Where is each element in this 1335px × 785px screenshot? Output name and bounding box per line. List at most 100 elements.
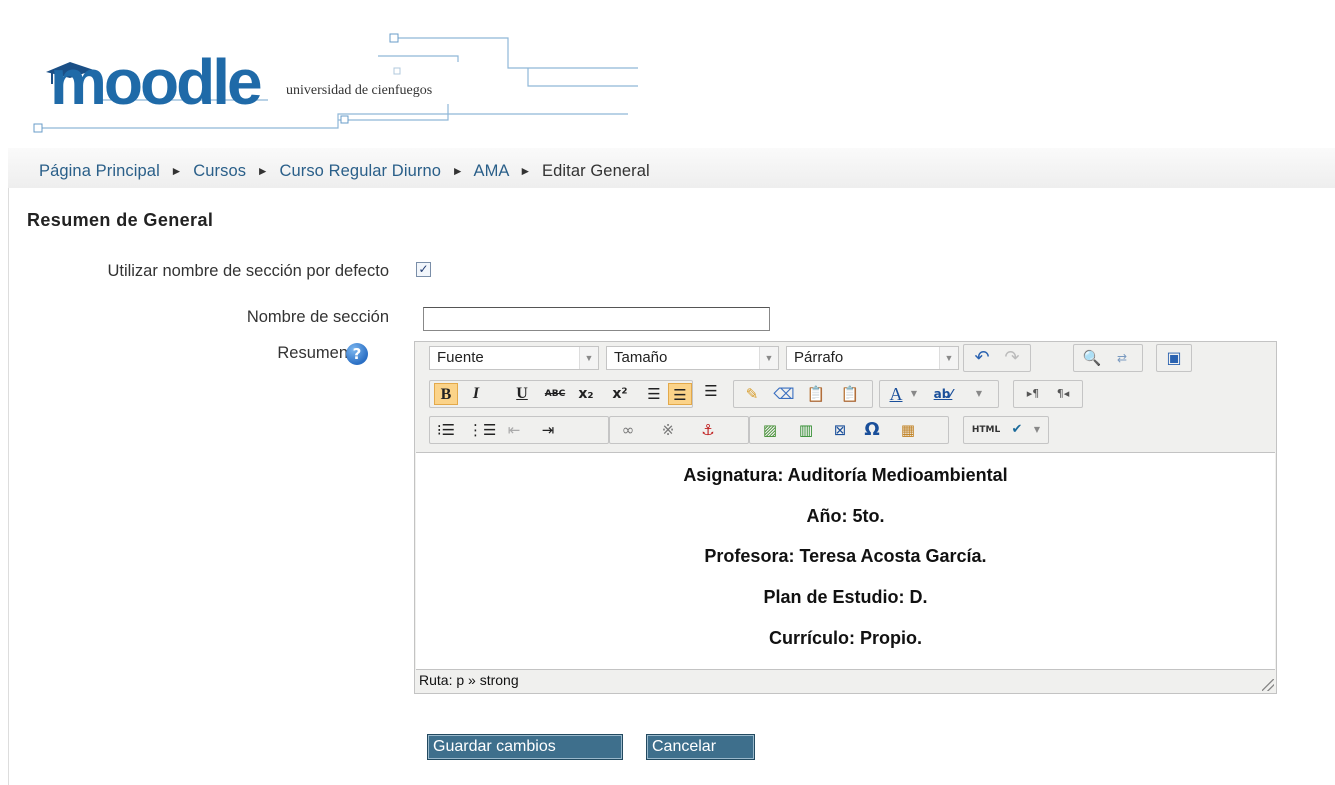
history-group: ↶ ↷ [963,344,1031,372]
search-group: 🔍 ⇄ [1073,344,1143,372]
circuit-node [389,33,399,43]
special-char-icon[interactable]: Ω [860,419,884,441]
undo-icon[interactable]: ↶ [970,347,994,369]
breadcrumb-separator-icon: ► [170,164,183,178]
use-default-name-label: Utilizar nombre de sección por defecto [107,262,389,280]
spellcheck-icon[interactable]: ✔ [1004,419,1030,441]
breadcrumb-separator-icon: ► [451,164,464,178]
editor-path-status: Ruta: p » strong [419,672,519,688]
breadcrumb-item-course[interactable]: AMA [473,162,508,180]
section-name-label: Nombre de sección [246,308,389,326]
text-style-group: B I U ABC x₂ x² ☰ ☰ [429,380,693,408]
section-name-input[interactable] [423,307,770,331]
text-color-icon[interactable]: A [884,383,908,405]
italic-button[interactable]: I [464,383,488,405]
table-icon[interactable]: ▦ [896,419,920,441]
format-select-value: Párrafo [794,349,844,366]
content-line: Currículo: Propio. [769,628,922,648]
ltr-icon[interactable]: ▸¶ [1018,383,1048,405]
size-select[interactable]: Tamaño ▼ [606,346,779,370]
align-center-icon[interactable]: ☰ [668,383,692,405]
chevron-down-icon: ▼ [939,347,958,369]
align-right-icon[interactable]: ☰ [699,380,723,402]
underline-button[interactable]: U [510,383,534,405]
insert-group: ▨ ▥ ⊠ Ω ▦ [749,416,949,444]
circuit-node [33,123,43,133]
editor-content[interactable]: Asignatura: Auditoría Medioambiental Año… [416,452,1275,670]
page-title: Resumen de General [27,210,214,230]
paste-text-icon[interactable]: 📋 [804,383,828,405]
subscript-icon[interactable]: x₂ [574,383,598,405]
size-select-value: Tamaño [614,349,668,366]
breadcrumb: Página Principal ► Cursos ► Curso Regula… [39,162,650,181]
breadcrumb-item-courses[interactable]: Cursos [193,162,246,180]
clipboard-group: ✎ ⌫ 📋 📋 [733,380,873,408]
content-line: Asignatura: Auditoría Medioambiental [683,465,1008,485]
format-select[interactable]: Párrafo ▼ [786,346,959,370]
font-select[interactable]: Fuente ▼ [429,346,599,370]
color-group: A ▼ ab⁄ ▼ [879,380,999,408]
chevron-down-icon[interactable]: ▼ [908,383,920,405]
toolbar-row-3: ⁝☰ ⋮☰ ⇤ ⇥ ∞ ※ ⚓ ▨ ▥ ⊠ Ω ▦ HTML ✔ ▼ [423,414,1273,444]
cancel-button[interactable]: Cancelar [646,734,755,760]
circuit-node [393,67,401,75]
image-icon[interactable]: ▨ [758,419,782,441]
logo-wordmark: moodle [50,46,261,118]
chevron-down-icon[interactable]: ▼ [1028,419,1046,441]
toolbar-row-2: B I U ABC x₂ x² ☰ ☰ ☰ ✎ ⌫ 📋 📋 A ▼ ab⁄ ▼ [423,378,1273,408]
bold-button[interactable]: B [434,383,458,405]
breadcrumb-separator-icon: ► [256,164,269,178]
content-line: Año: 5to. [806,506,885,526]
find-icon[interactable]: 🔍 [1080,347,1104,369]
anchor-icon[interactable]: ⚓ [696,419,720,441]
page-header: moodle universidad de cienfuegos [8,8,1335,149]
breadcrumb-separator-icon: ► [519,164,532,178]
superscript-icon[interactable]: x² [608,383,632,405]
page-border [8,188,9,785]
summary-label: Resumen [277,344,348,362]
link-icon[interactable]: ∞ [616,419,640,441]
paste-word-icon[interactable]: 📋 [838,383,862,405]
use-default-name-checkbox[interactable]: ✓ [416,262,431,277]
indent-icon[interactable]: ⇥ [536,419,560,441]
list-group: ⁝☰ ⋮☰ ⇤ ⇥ [429,416,609,444]
fullscreen-icon[interactable]: ▣ [1162,347,1186,369]
highlight-color-icon[interactable]: ab⁄ [922,383,964,405]
content-line: Profesora: Teresa Acosta García. [704,546,987,566]
fullscreen-group: ▣ [1156,344,1192,372]
redo-icon[interactable]: ↷ [1000,347,1024,369]
outdent-icon[interactable]: ⇤ [502,419,526,441]
breadcrumb-item-home[interactable]: Página Principal [39,162,160,180]
numbered-list-icon[interactable]: ⋮☰ [468,419,496,441]
rich-text-editor: Fuente ▼ Tamaño ▼ Párrafo ▼ ↶ ↷ 🔍 ⇄ ▣ B … [414,341,1277,694]
html-icon[interactable]: HTML [968,419,1004,441]
chevron-down-icon: ▼ [759,347,778,369]
chevron-down-icon: ▼ [579,347,598,369]
resize-handle-icon[interactable] [1262,679,1274,691]
clean-icon[interactable]: ✎ [740,383,764,405]
save-button[interactable]: Guardar cambios [427,734,623,760]
circuit-node [340,115,349,124]
rtl-icon[interactable]: ¶◂ [1048,383,1078,405]
unlink-icon[interactable]: ※ [656,419,680,441]
logo-subtitle: universidad de cienfuegos [286,83,432,98]
breadcrumb-item-current: Editar General [541,162,650,180]
link-group: ∞ ※ ⚓ [609,416,749,444]
moodle-logo[interactable]: moodle universidad de cienfuegos [8,8,648,148]
bullet-list-icon[interactable]: ⁝☰ [434,419,458,441]
chevron-down-icon[interactable]: ▼ [970,383,988,405]
replace-icon[interactable]: ⇄ [1110,347,1134,369]
content-line: Plan de Estudio: D. [763,587,928,607]
editor-toolbar: Fuente ▼ Tamaño ▼ Párrafo ▼ ↶ ↷ 🔍 ⇄ ▣ B … [415,342,1276,452]
strikethrough-button[interactable]: ABC [540,383,570,405]
nonbreaking-icon[interactable]: ⊠ [828,419,852,441]
eraser-icon[interactable]: ⌫ [772,383,796,405]
font-select-value: Fuente [437,349,484,366]
direction-group: ▸¶ ¶◂ [1013,380,1083,408]
media-icon[interactable]: ▥ [794,419,818,441]
toolbar-row-1: Fuente ▼ Tamaño ▼ Párrafo ▼ ↶ ↷ 🔍 ⇄ ▣ [423,342,1273,372]
align-left-icon[interactable]: ☰ [642,383,666,405]
code-group: HTML ✔ ▼ [963,416,1049,444]
help-icon[interactable]: ? [346,343,368,365]
breadcrumb-item-course-category[interactable]: Curso Regular Diurno [279,162,441,180]
